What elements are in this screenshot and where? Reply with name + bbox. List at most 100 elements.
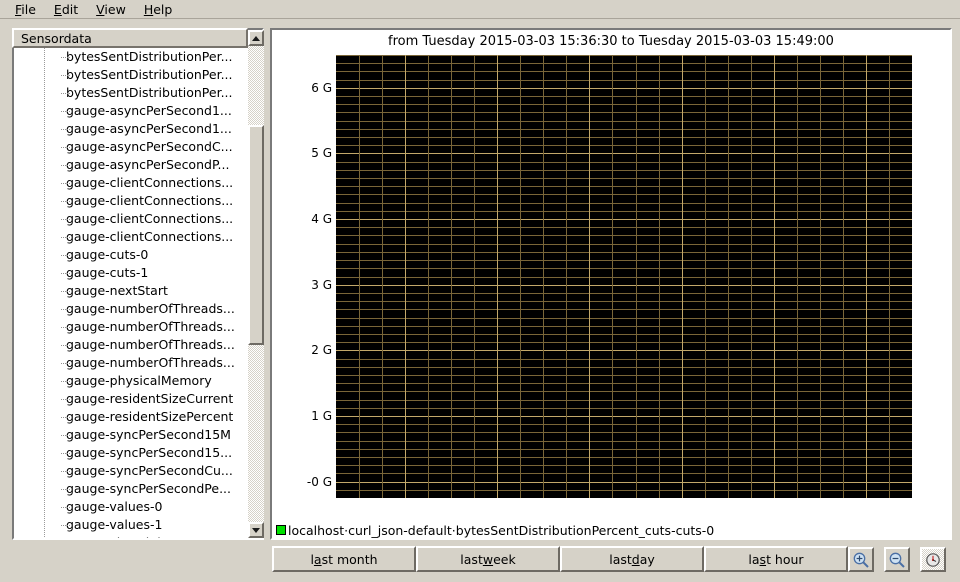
- tree-item-label: gauge-nextStart: [64, 282, 170, 300]
- y-axis-tick-label: 3 G: [276, 278, 332, 292]
- tree-item[interactable]: gauge-physicalMemory: [14, 372, 248, 390]
- sensordata-tree-list[interactable]: bytesSentDistributionPer...bytesSentDist…: [14, 48, 248, 538]
- last-week-button[interactable]: last week: [416, 546, 560, 572]
- tree-item[interactable]: bytesSentDistributionPer...: [14, 66, 248, 84]
- tree-branch-icon: [61, 390, 75, 408]
- menu-help-mnemonic: H: [144, 2, 153, 17]
- tree-branch-icon: [61, 318, 75, 336]
- menu-item-help[interactable]: Help: [135, 1, 182, 18]
- tree-item[interactable]: gauge-clientConnections...: [14, 210, 248, 228]
- tree-item[interactable]: bytesSentDistributionPer...: [14, 84, 248, 102]
- last-hour-button[interactable]: last hour: [704, 546, 848, 572]
- tree-item-label: gauge-values-0: [64, 498, 164, 516]
- zoom-in-button[interactable]: [848, 547, 874, 572]
- tree-item[interactable]: gauge-syncPerSecond15M: [14, 426, 248, 444]
- last-week-pre: last: [460, 552, 483, 567]
- scroll-up-button[interactable]: [248, 30, 264, 46]
- tree-branch-icon: [61, 354, 75, 372]
- tree-item[interactable]: gauge-cuts-1: [14, 264, 248, 282]
- tree-item-label: gauge-cuts-0: [64, 246, 150, 264]
- tree-item[interactable]: gauge-numberOfThreads...: [14, 336, 248, 354]
- menu-item-view[interactable]: View: [87, 1, 135, 18]
- tree-item-label: gauge-syncPerSecond15M: [64, 426, 233, 444]
- tree-branch-icon: [61, 336, 75, 354]
- tree-item-label: gauge-residentSizePercent: [64, 408, 235, 426]
- tree-branch-icon: [61, 444, 75, 462]
- last-month-post: st month: [322, 552, 378, 567]
- tree-item[interactable]: gauge-clientConnections...: [14, 228, 248, 246]
- tree-item-label: gauge-syncPerSecondCu...: [64, 462, 235, 480]
- tree-item-label: gauge-numberOfThreads...: [64, 318, 237, 336]
- last-day-button[interactable]: last day: [560, 546, 704, 572]
- tree-item[interactable]: gauge-asyncPerSecondP...: [14, 156, 248, 174]
- tree-item-label: gauge-virtualSize15M: [64, 534, 204, 538]
- tree-branch-icon: [61, 84, 75, 102]
- graph-canvas[interactable]: from Tuesday 2015-03-03 15:36:30 to Tues…: [272, 30, 950, 538]
- menu-item-file[interactable]: File: [6, 1, 45, 18]
- legend-item-label: localhost·curl_json-default·bytesSentDis…: [288, 523, 714, 538]
- tree-vertical-scrollbar[interactable]: [248, 30, 264, 538]
- tree-item[interactable]: bytesSentDistributionPer...: [14, 48, 248, 66]
- tree-branch-icon: [61, 120, 75, 138]
- tree-item-label: gauge-numberOfThreads...: [64, 300, 237, 318]
- menu-view-rest: iew: [104, 2, 125, 17]
- legend-item[interactable]: localhost·curl_json-default·bytesSentDis…: [276, 522, 948, 538]
- tree-item[interactable]: gauge-cuts-0: [14, 246, 248, 264]
- y-axis-tick-label: 4 G: [276, 212, 332, 226]
- tree-item[interactable]: gauge-asyncPerSecond1...: [14, 102, 248, 120]
- tree-item[interactable]: gauge-values-1: [14, 516, 248, 534]
- tree-item-label: gauge-clientConnections...: [64, 192, 235, 210]
- tree-item-label: gauge-syncPerSecondPe...: [64, 480, 233, 498]
- tree-item[interactable]: gauge-numberOfThreads...: [14, 318, 248, 336]
- scrollbar-thumb[interactable]: [248, 125, 264, 345]
- last-week-mnemonic: w: [483, 552, 493, 567]
- tree-item[interactable]: gauge-residentSizeCurrent: [14, 390, 248, 408]
- tree-branch-icon: [61, 516, 75, 534]
- clock-icon: [924, 551, 942, 569]
- tree-item-label: gauge-syncPerSecond15...: [64, 444, 234, 462]
- tree-item[interactable]: gauge-syncPerSecond15...: [14, 444, 248, 462]
- tree-branch-icon: [61, 534, 75, 538]
- tree-item[interactable]: gauge-syncPerSecondPe...: [14, 480, 248, 498]
- tree-column-header[interactable]: Sensordata: [12, 28, 248, 48]
- menu-help-rest: elp: [153, 2, 172, 17]
- tree-item[interactable]: gauge-asyncPerSecond1...: [14, 120, 248, 138]
- now-clock-button[interactable]: [920, 547, 946, 572]
- application-window: File Edit View Help Sensordata bytesSent…: [0, 0, 960, 582]
- triangle-down-icon: [252, 528, 260, 533]
- tree-item[interactable]: gauge-numberOfThreads...: [14, 354, 248, 372]
- tree-branch-icon: [61, 282, 75, 300]
- tree-item[interactable]: gauge-clientConnections...: [14, 174, 248, 192]
- tree-branch-icon: [61, 246, 75, 264]
- plot-area[interactable]: [336, 55, 912, 498]
- tree-branch-icon: [61, 462, 75, 480]
- scroll-down-button[interactable]: [248, 522, 264, 538]
- tree-item[interactable]: gauge-nextStart: [14, 282, 248, 300]
- y-axis-tick-label: 2 G: [276, 343, 332, 357]
- tree-item[interactable]: gauge-values-0: [14, 498, 248, 516]
- tree-item-label: gauge-asyncPerSecondP...: [64, 156, 231, 174]
- menu-edit-rest: dit: [62, 2, 78, 17]
- menu-file-rest: ile: [21, 2, 36, 17]
- tree-item[interactable]: gauge-syncPerSecondCu...: [14, 462, 248, 480]
- tree-branch-icon: [61, 66, 75, 84]
- chart-title: from Tuesday 2015-03-03 15:36:30 to Tues…: [272, 34, 950, 49]
- tree-item-label: gauge-asyncPerSecond1...: [64, 120, 234, 138]
- tree-item[interactable]: gauge-virtualSize15M: [14, 534, 248, 538]
- tree-item-label: gauge-numberOfThreads...: [64, 354, 237, 372]
- tree-item-label: gauge-cuts-1: [64, 264, 150, 282]
- y-axis-tick-label: -0 G: [276, 475, 332, 489]
- tree-item[interactable]: gauge-numberOfThreads...: [14, 300, 248, 318]
- zoom-out-button[interactable]: [884, 547, 910, 572]
- tree-item-label: gauge-asyncPerSecondC...: [64, 138, 235, 156]
- tree-branch-icon: [61, 102, 75, 120]
- tree-item[interactable]: gauge-asyncPerSecondC...: [14, 138, 248, 156]
- last-month-button[interactable]: last month: [272, 546, 416, 572]
- tree-branch-icon: [61, 174, 75, 192]
- last-day-post: ay: [640, 552, 655, 567]
- tree-item[interactable]: gauge-residentSizePercent: [14, 408, 248, 426]
- menu-item-edit[interactable]: Edit: [45, 1, 87, 18]
- tree-item-label: gauge-clientConnections...: [64, 174, 235, 192]
- tree-item-label: gauge-residentSizeCurrent: [64, 390, 235, 408]
- tree-item[interactable]: gauge-clientConnections...: [14, 192, 248, 210]
